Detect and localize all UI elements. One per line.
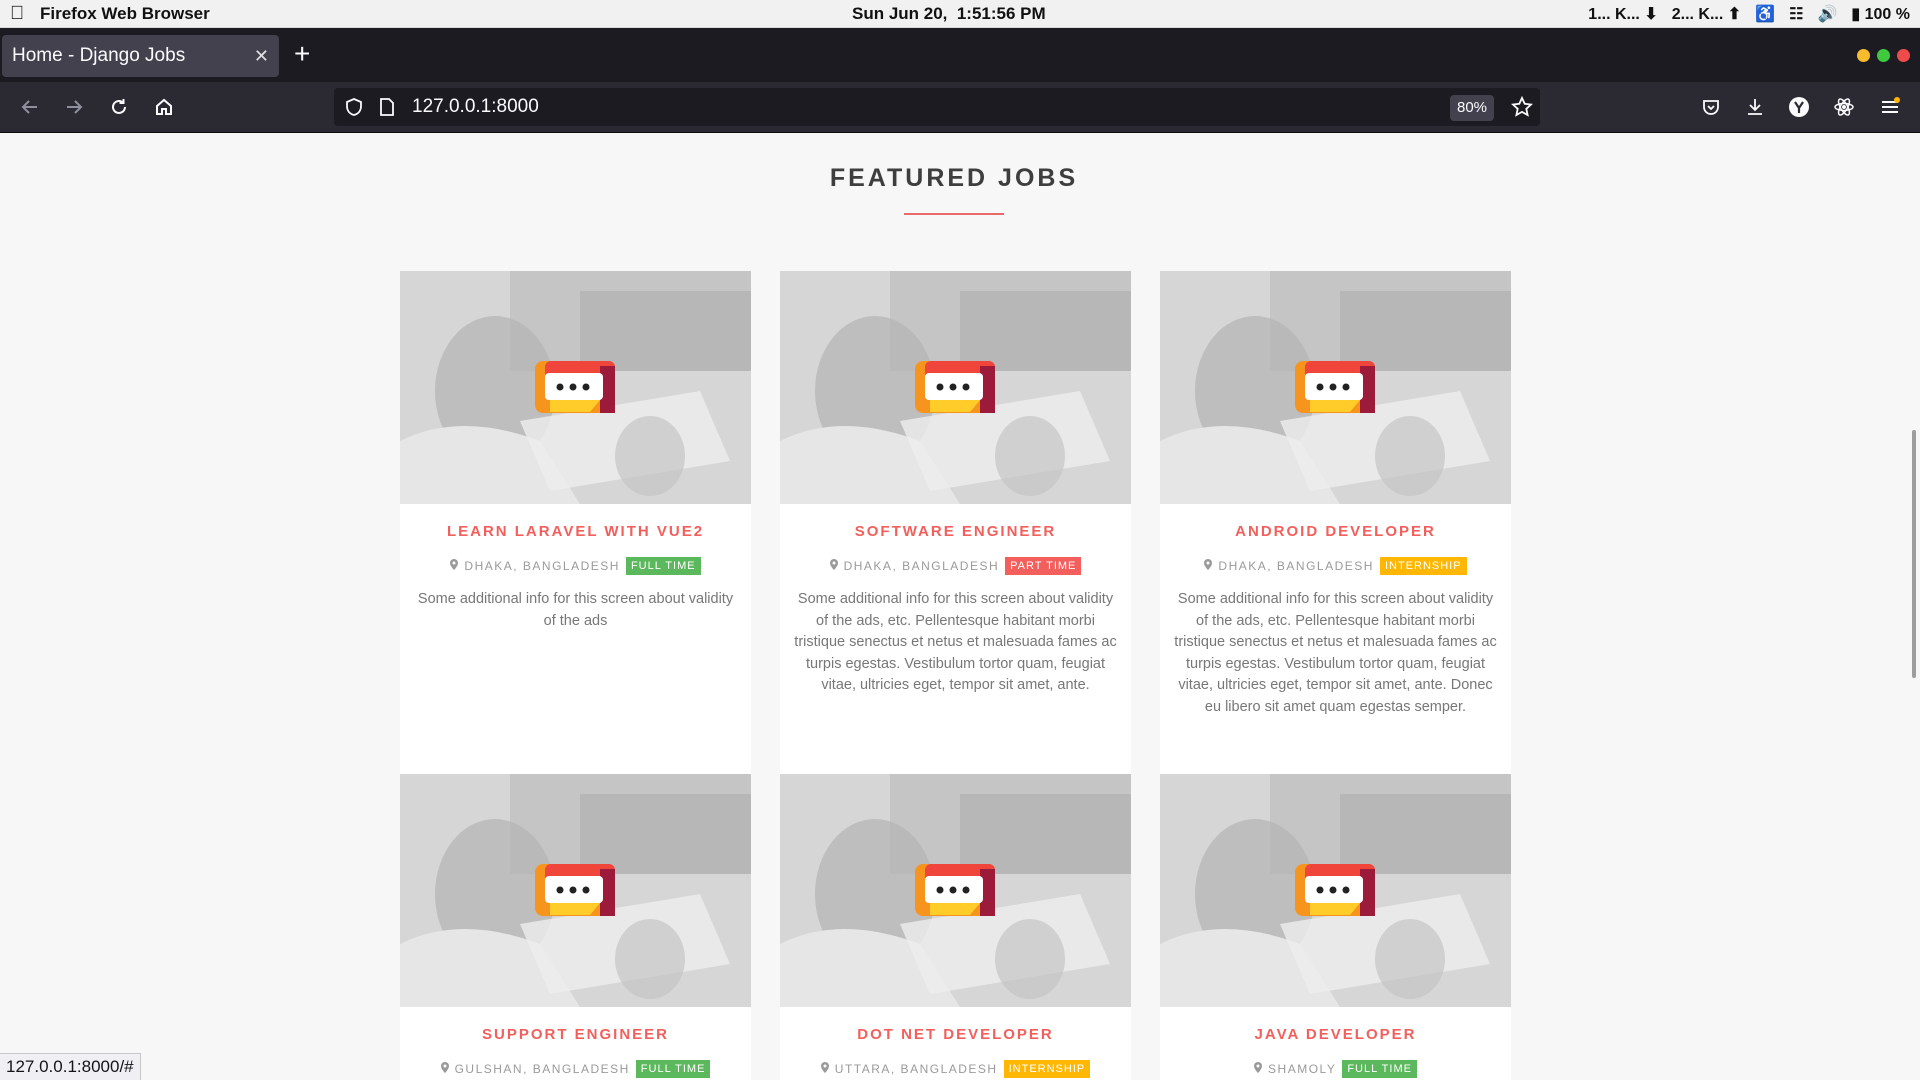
profile-button[interactable] xyxy=(1782,90,1816,124)
page-icon xyxy=(380,98,394,116)
maximize-button[interactable] xyxy=(1877,49,1890,62)
job-type-badge: FULL TIME xyxy=(1342,1060,1417,1078)
job-type-badge: FULL TIME xyxy=(635,1060,711,1078)
navigation-toolbar: 127.0.0.1:8000 80% xyxy=(0,82,1920,133)
map-pin-icon xyxy=(1204,559,1213,573)
home-icon xyxy=(156,98,172,115)
job-title-link[interactable]: DOT NET DEVELOPER xyxy=(780,1026,1131,1043)
job-meta: SHAMOLY FULL TIME xyxy=(1160,1060,1511,1078)
back-button[interactable] xyxy=(13,90,47,124)
volume-icon[interactable]: 🔊 xyxy=(1817,4,1837,24)
job-title-link[interactable]: LEARN LARAVEL WITH VUE2 xyxy=(400,523,751,540)
job-card-image[interactable] xyxy=(400,774,751,1007)
url-text[interactable]: 127.0.0.1:8000 xyxy=(412,96,539,118)
job-description: Some additional info for this screen abo… xyxy=(794,591,1117,693)
job-meta: UTTARA, BANGLADESH INTERNSHIP xyxy=(780,1060,1131,1078)
job-card[interactable]: LEARN LARAVEL WITH VUE2 DHAKA, BANGLADESH… xyxy=(400,271,751,774)
menu-button[interactable] xyxy=(1873,90,1907,124)
pocket-button[interactable] xyxy=(1694,90,1728,124)
job-location: DHAKA, BANGLADESH xyxy=(1218,559,1374,573)
job-card[interactable]: JAVA DEVELOPER SHAMOLY FULL TIME xyxy=(1160,774,1511,1080)
new-tab-button[interactable]: + xyxy=(294,38,310,70)
clock[interactable]: Sun Jun 20, 1:51:56 PM xyxy=(852,4,1046,24)
map-pin-icon xyxy=(820,1062,829,1076)
job-card[interactable]: SOFTWARE ENGINEER DHAKA, BANGLADESH PART T… xyxy=(780,271,1131,774)
map-pin-icon xyxy=(829,559,838,573)
section-title: FEATURED JOBS xyxy=(829,164,1079,192)
job-card-image[interactable] xyxy=(400,271,751,504)
os-status-area: 1... K... ⬇ 2... K... ⬆ ♿ ☷ 🔊 ▮ 100 % xyxy=(1588,4,1910,24)
url-bar[interactable]: 127.0.0.1:8000 80% xyxy=(334,88,1540,126)
job-location: SHAMOLY xyxy=(1268,1062,1337,1076)
forward-button[interactable] xyxy=(57,90,91,124)
download-icon xyxy=(1748,99,1762,115)
network-icon[interactable]: ☷ xyxy=(1789,4,1803,24)
profile-icon xyxy=(1789,97,1809,117)
reload-icon xyxy=(112,99,126,114)
os-top-bar:  Firefox Web Browser Sun Jun 20, 1:51:5… xyxy=(0,0,1920,28)
job-card[interactable]: SUPPORT ENGINEER GULSHAN, BANGLADESH FULL … xyxy=(400,774,751,1080)
close-window-button[interactable] xyxy=(1897,49,1910,62)
battery-icon: ▮ xyxy=(1851,6,1861,23)
menu-icon xyxy=(1882,97,1900,113)
job-title-link[interactable]: ANDROID DEVELOPER xyxy=(1160,523,1511,540)
pocket-icon xyxy=(1703,100,1719,115)
battery-indicator[interactable]: ▮ 100 % xyxy=(1851,4,1910,24)
map-pin-icon xyxy=(1254,1062,1263,1076)
active-app-name[interactable]: Firefox Web Browser xyxy=(40,4,210,24)
reload-button[interactable] xyxy=(102,90,136,124)
network-download-indicator: 1... K... ⬇ xyxy=(1588,6,1658,23)
job-card-image[interactable] xyxy=(1160,271,1511,504)
job-location: DHAKA, BANGLADESH xyxy=(843,559,1000,573)
job-location: UTTARA, BANGLADESH xyxy=(834,1062,998,1076)
tab-title: Home - Django Jobs xyxy=(12,45,186,66)
job-type-badge: FULL TIME xyxy=(625,557,701,575)
map-pin-icon xyxy=(440,1062,449,1076)
section-title-underline xyxy=(904,213,1004,215)
page-content: FEATURED JOBS LEARN LARAVEL WITH VUE2 DHA… xyxy=(0,134,1920,1080)
shield-icon[interactable] xyxy=(344,97,364,117)
job-title-link[interactable]: SOFTWARE ENGINEER xyxy=(780,523,1131,540)
extension-icon xyxy=(1834,98,1854,116)
arrow-left-icon xyxy=(21,100,37,114)
job-card[interactable]: DOT NET DEVELOPER UTTARA, BANGLADESH INTER… xyxy=(780,774,1131,1080)
tab-active[interactable]: Home - Django Jobs ✕ xyxy=(2,35,279,77)
job-card-image[interactable] xyxy=(780,271,1131,504)
job-meta: DHAKA, BANGLADESH INTERNSHIP xyxy=(1160,557,1511,575)
window-controls xyxy=(1857,49,1910,62)
tab-strip: Home - Django Jobs ✕ + xyxy=(0,28,1920,82)
apple-icon[interactable]:  xyxy=(10,3,24,25)
job-meta: DHAKA, BANGLADESH FULL TIME xyxy=(400,557,751,575)
accessibility-icon[interactable]: ♿ xyxy=(1755,4,1775,24)
home-button[interactable] xyxy=(147,90,181,124)
arrow-right-icon xyxy=(67,100,83,114)
job-type-badge: INTERNSHIP xyxy=(1003,1060,1091,1078)
map-pin-icon xyxy=(450,559,459,573)
job-location: GULSHAN, BANGLADESH xyxy=(454,1062,630,1076)
job-meta: GULSHAN, BANGLADESH FULL TIME xyxy=(400,1060,751,1078)
job-card-image[interactable] xyxy=(1160,774,1511,1007)
job-type-badge: INTERNSHIP xyxy=(1379,557,1467,575)
job-type-badge: PART TIME xyxy=(1005,557,1082,575)
status-bar-link-preview: 127.0.0.1:8000/# xyxy=(0,1053,141,1080)
close-tab-icon[interactable]: ✕ xyxy=(254,46,269,67)
job-description: Some additional info for this screen abo… xyxy=(1174,591,1497,715)
downloads-button[interactable] xyxy=(1738,90,1772,124)
page-scrollbar-thumb[interactable] xyxy=(1912,430,1916,678)
job-card-image[interactable] xyxy=(780,774,1131,1007)
job-description: Some additional info for this screen abo… xyxy=(417,591,734,629)
job-card[interactable]: ANDROID DEVELOPER DHAKA, BANGLADESH INTERN… xyxy=(1160,271,1511,774)
extension-button[interactable] xyxy=(1827,90,1861,124)
job-meta: DHAKA, BANGLADESH PART TIME xyxy=(780,557,1131,575)
zoom-level-badge[interactable]: 80% xyxy=(1450,95,1495,121)
minimize-button[interactable] xyxy=(1857,49,1870,62)
job-location: DHAKA, BANGLADESH xyxy=(464,559,620,573)
network-upload-indicator: 2... K... ⬆ xyxy=(1671,6,1742,23)
star-icon[interactable] xyxy=(1511,96,1533,118)
job-title-link[interactable]: JAVA DEVELOPER xyxy=(1160,1026,1511,1043)
job-title-link[interactable]: SUPPORT ENGINEER xyxy=(400,1026,751,1043)
